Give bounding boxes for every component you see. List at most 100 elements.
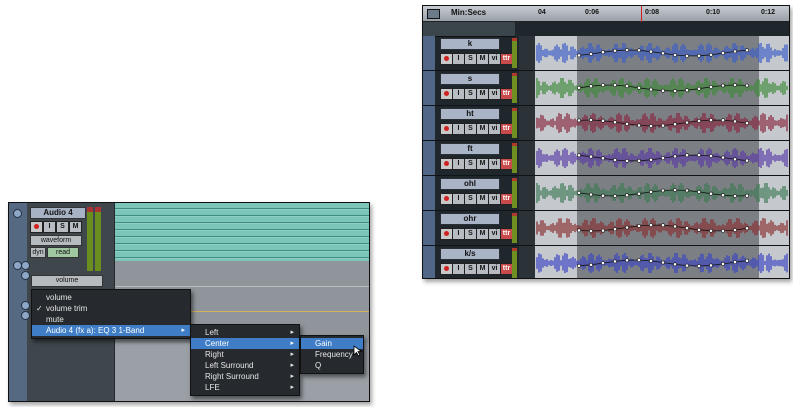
automation-breakpoint[interactable]	[649, 223, 653, 227]
automation-breakpoint[interactable]	[697, 119, 701, 123]
menu-item-left-surround[interactable]: Left Surround ▸	[191, 360, 299, 371]
automation-breakpoint[interactable]	[745, 258, 749, 263]
automation-line[interactable]	[535, 188, 789, 198]
automation-breakpoint[interactable]	[721, 118, 725, 123]
automation-breakpoint[interactable]	[613, 259, 617, 264]
track-options-icon[interactable]	[13, 209, 22, 218]
mute-button[interactable]: M	[69, 221, 82, 233]
automation-breakpoint[interactable]	[661, 188, 665, 193]
automation-breakpoint[interactable]	[685, 54, 689, 58]
lane-add-icon[interactable]	[21, 271, 30, 280]
automation-breakpoint[interactable]	[745, 121, 749, 126]
ruler-menu-icon[interactable]	[427, 9, 440, 19]
automation-breakpoint[interactable]	[685, 188, 689, 193]
automation-breakpoint[interactable]	[745, 158, 749, 163]
track-row[interactable]: s I S Mvi ttr	[423, 71, 789, 106]
automation-breakpoint[interactable]	[625, 48, 629, 52]
automation-breakpoint[interactable]	[649, 87, 653, 92]
track-name-field[interactable]: k	[440, 38, 500, 50]
menu-item-eq-plugin[interactable]: Audio 4 (fx a): EQ 3 1-Band ▸	[32, 325, 190, 336]
automation-breakpoint[interactable]	[733, 83, 737, 87]
automation-breakpoint[interactable]	[637, 224, 641, 228]
automation-breakpoint[interactable]	[697, 153, 701, 157]
automation-line[interactable]	[535, 48, 789, 58]
automation-breakpoint[interactable]	[589, 229, 593, 233]
automation-line[interactable]	[535, 258, 789, 268]
audio-region-waveform[interactable]	[535, 71, 789, 105]
automation-breakpoint[interactable]	[613, 48, 617, 53]
automation-breakpoint[interactable]	[601, 118, 605, 123]
track-name-field[interactable]: ft	[440, 143, 500, 155]
automation-breakpoint[interactable]	[589, 192, 593, 197]
dyn-button[interactable]: dyn	[30, 247, 46, 258]
menu-item-q[interactable]: Q	[301, 360, 363, 371]
automation-breakpoint[interactable]	[637, 123, 641, 128]
automation-breakpoint[interactable]	[685, 263, 689, 268]
track-name-field[interactable]: ohr	[440, 213, 500, 225]
automation-breakpoint[interactable]	[661, 88, 665, 93]
automation-breakpoint[interactable]	[601, 50, 605, 55]
track-name-field[interactable]: s	[440, 73, 500, 85]
automation-breakpoint[interactable]	[601, 193, 605, 198]
automation-breakpoint[interactable]	[601, 83, 605, 87]
automation-line[interactable]	[535, 223, 789, 233]
automation-breakpoint[interactable]	[637, 158, 641, 163]
automation-breakpoint[interactable]	[745, 48, 749, 53]
automation-breakpoint[interactable]	[697, 227, 701, 232]
automation-breakpoint[interactable]	[613, 83, 617, 87]
automation-breakpoint[interactable]	[697, 86, 701, 91]
automation-breakpoint[interactable]	[589, 262, 593, 267]
automation-breakpoint[interactable]	[661, 156, 665, 161]
lane-toggle-icon-2[interactable]	[21, 261, 30, 270]
automation-breakpoint[interactable]	[685, 153, 689, 158]
automation-breakpoint[interactable]	[589, 154, 593, 159]
menu-item-volume-trim[interactable]: ✓ volume trim	[32, 303, 190, 314]
menu-item-right-surround[interactable]: Right Surround ▸	[191, 371, 299, 382]
track-row[interactable]: ht I S Mvi ttr	[423, 106, 789, 141]
track-name-field[interactable]: Audio 4	[30, 207, 86, 219]
automation-breakpoint[interactable]	[709, 85, 713, 89]
audio-region-waveform[interactable]	[115, 203, 369, 261]
automation-breakpoint[interactable]	[637, 191, 641, 196]
automation-breakpoint[interactable]	[673, 262, 677, 267]
automation-breakpoint[interactable]	[577, 53, 581, 58]
automation-breakpoint[interactable]	[733, 157, 737, 162]
automation-breakpoint[interactable]	[637, 258, 641, 262]
automation-breakpoint[interactable]	[733, 119, 737, 124]
automation-breakpoint[interactable]	[733, 194, 737, 198]
automation-breakpoint[interactable]	[721, 155, 725, 160]
automation-breakpoint[interactable]	[661, 51, 665, 56]
automation-breakpoint[interactable]	[697, 264, 701, 268]
track-view-selector[interactable]: waveform	[30, 235, 82, 246]
audio-region-waveform[interactable]	[535, 246, 789, 278]
track-name-field[interactable]: ht	[440, 108, 500, 120]
automation-breakpoint[interactable]	[709, 263, 713, 268]
menu-item-lfe[interactable]: LFE ▸	[191, 382, 299, 393]
automation-breakpoint[interactable]	[709, 191, 713, 196]
automation-breakpoint[interactable]	[745, 83, 749, 88]
audio-region-waveform[interactable]	[535, 211, 789, 245]
track-row[interactable]: ft I S Mvi ttr	[423, 141, 789, 176]
automation-breakpoint[interactable]	[577, 263, 581, 268]
automation-breakpoint[interactable]	[721, 193, 725, 198]
automation-breakpoint[interactable]	[577, 228, 581, 233]
automation-breakpoint[interactable]	[589, 84, 593, 89]
menu-item-mute[interactable]: mute	[32, 314, 190, 325]
audio-region-waveform[interactable]	[535, 106, 789, 140]
automation-breakpoint[interactable]	[661, 123, 665, 128]
menu-item-volume[interactable]: volume	[32, 292, 190, 303]
automation-breakpoint[interactable]	[721, 262, 725, 266]
automation-breakpoint[interactable]	[577, 85, 581, 90]
track-name-field[interactable]: k/s	[440, 248, 500, 260]
automation-breakpoint[interactable]	[745, 193, 749, 198]
audio-region-waveform[interactable]	[535, 176, 789, 210]
track-name-field[interactable]: ohl	[440, 178, 500, 190]
automation-breakpoint[interactable]	[625, 84, 629, 88]
automation-breakpoint[interactable]	[709, 118, 713, 122]
automation-breakpoint[interactable]	[733, 260, 737, 265]
automation-breakpoint[interactable]	[733, 49, 737, 54]
input-monitor-button[interactable]: I	[43, 221, 56, 233]
automation-line[interactable]	[535, 153, 789, 163]
automation-breakpoint[interactable]	[721, 51, 725, 56]
lane-remove-icon[interactable]	[21, 311, 30, 320]
